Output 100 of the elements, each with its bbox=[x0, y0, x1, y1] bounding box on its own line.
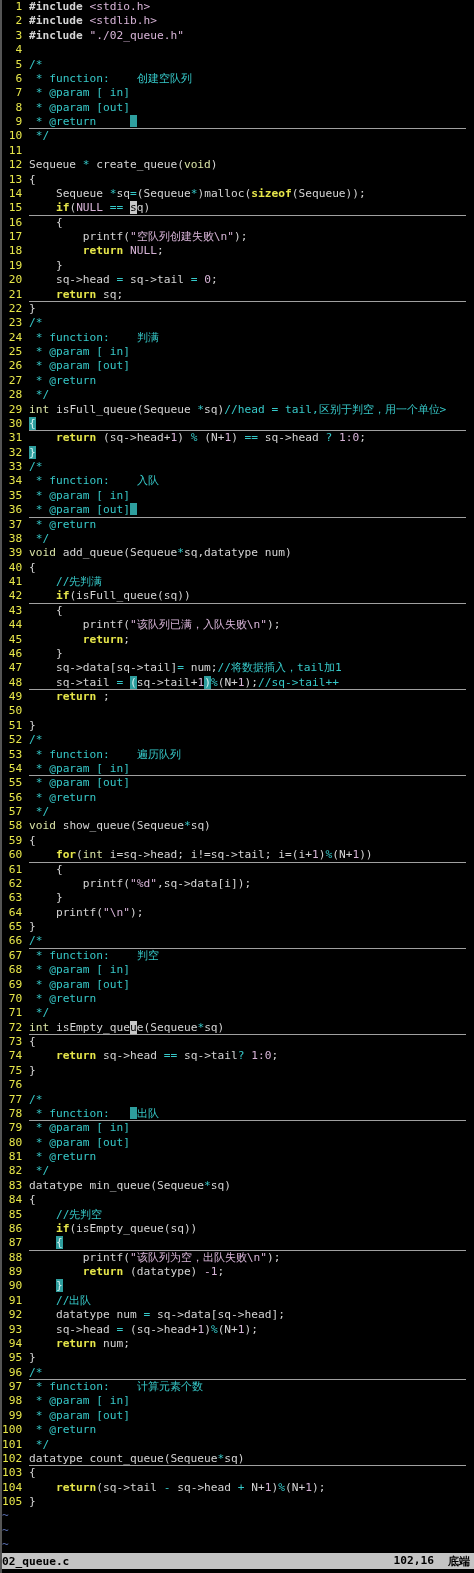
code-line: /* bbox=[28, 934, 466, 949]
line-number: 44 bbox=[7, 618, 23, 633]
code-line: Sequeue * create_queue(void) bbox=[28, 158, 219, 173]
code-line: /* bbox=[28, 1365, 466, 1380]
code-line: //先判空 bbox=[54, 1207, 104, 1222]
line-number: 55 bbox=[7, 776, 23, 791]
line-number: 90 bbox=[7, 1279, 23, 1294]
line-number: 16 bbox=[7, 215, 23, 230]
line-number: 23 bbox=[7, 316, 23, 331]
code-line: * function: 出队 bbox=[28, 1106, 466, 1122]
line-number: 9 bbox=[14, 115, 23, 130]
line-number: 45 bbox=[7, 632, 23, 647]
code-line: /* bbox=[28, 57, 44, 72]
code-line: { bbox=[28, 1466, 37, 1481]
code-line: */ bbox=[34, 531, 51, 547]
line-number: 100 bbox=[2, 1423, 23, 1438]
line-number: 63 bbox=[7, 891, 23, 906]
code-line: { bbox=[28, 1236, 466, 1251]
code-line: void show_queue(Sequeue*sq) bbox=[28, 819, 212, 834]
code-line: * @return bbox=[34, 991, 98, 1007]
line-number: 75 bbox=[7, 1063, 23, 1079]
code-line: * @param [ in] bbox=[34, 488, 131, 504]
code-line: * function: 判空 bbox=[34, 948, 160, 964]
line-number: 43 bbox=[7, 603, 23, 619]
scroll-position: 底端 bbox=[448, 1553, 470, 1569]
line-number: 64 bbox=[7, 905, 23, 920]
line-number: 102 bbox=[2, 1451, 23, 1467]
line-number: 51 bbox=[7, 718, 23, 734]
line-number: 72 bbox=[7, 1020, 23, 1035]
line-number: 35 bbox=[7, 488, 23, 504]
line-number: 38 bbox=[7, 531, 23, 547]
line-number: 4 bbox=[14, 43, 23, 58]
line-number: 46 bbox=[7, 646, 23, 662]
line-number: 39 bbox=[7, 546, 23, 561]
code-line: datatype num = sq->data[sq->head]; bbox=[54, 1308, 286, 1323]
code-line: void add_queue(Sequeue*sq,datatype num) bbox=[28, 546, 293, 561]
line-number: 81 bbox=[7, 1150, 23, 1165]
code-line: Sequeue *sq=(Sequeue*)malloc(sizeof(Sequeue)); bbox=[54, 186, 367, 202]
code-line: } bbox=[28, 1063, 37, 1079]
code-line: * @param [out] bbox=[34, 100, 131, 115]
line-number: 91 bbox=[7, 1293, 23, 1309]
line-number: 20 bbox=[7, 273, 23, 288]
line-number: 85 bbox=[7, 1207, 23, 1222]
line-number: 54 bbox=[7, 761, 23, 777]
line-number: 96 bbox=[7, 1365, 23, 1380]
code-line: * @param [ in] bbox=[34, 1121, 131, 1136]
line-number: 2 bbox=[14, 14, 23, 29]
line-number: 98 bbox=[7, 1394, 23, 1409]
code-line: //先判满 bbox=[54, 575, 104, 590]
code-line: /* bbox=[28, 316, 44, 331]
code-line: return (sq->head+1) % (N+1) == sq->head ? 1:0; bbox=[54, 431, 367, 446]
line-number: 61 bbox=[7, 862, 23, 877]
empty-line-marker: ~ bbox=[2, 1538, 9, 1553]
line-number: 30 bbox=[7, 416, 23, 432]
code-line: } bbox=[54, 891, 64, 906]
line-number: 26 bbox=[7, 359, 23, 374]
code-line: * @param [ in] bbox=[34, 86, 131, 101]
code-line: * @return bbox=[34, 517, 98, 532]
line-number: 83 bbox=[7, 1178, 23, 1194]
code-line: * @return bbox=[34, 373, 98, 389]
line-number: 41 bbox=[7, 575, 23, 590]
code-line: * @return bbox=[34, 1423, 98, 1438]
code-line: * function: 创建空队列 bbox=[34, 71, 193, 87]
code-line: printf("该队列已满，入队失败\n"); bbox=[81, 618, 282, 633]
line-number: 29 bbox=[7, 402, 23, 417]
code-line: */ bbox=[34, 388, 51, 403]
code-line: { bbox=[28, 1035, 37, 1050]
code-line: { bbox=[54, 862, 64, 877]
line-number: 84 bbox=[7, 1193, 23, 1208]
code-line: printf("该队列为空，出队失败\n"); bbox=[81, 1250, 282, 1265]
line-number: 76 bbox=[7, 1078, 23, 1093]
line-number: 78 bbox=[7, 1106, 23, 1122]
line-number: 73 bbox=[7, 1035, 23, 1050]
code-line: * function: 计算元素个数 bbox=[34, 1380, 204, 1395]
line-number: 101 bbox=[2, 1437, 23, 1452]
line-number: 32 bbox=[7, 445, 23, 460]
code-line: */ bbox=[34, 1437, 51, 1452]
line-number: 47 bbox=[7, 661, 23, 676]
line-number: 25 bbox=[7, 345, 23, 360]
line-number: 3 bbox=[14, 28, 23, 44]
line-number: 13 bbox=[7, 172, 23, 187]
line-number: 22 bbox=[7, 301, 23, 317]
line-number: 94 bbox=[7, 1336, 23, 1352]
code-line: * @param [ in] bbox=[34, 345, 131, 360]
line-number: 86 bbox=[7, 1221, 23, 1237]
code-line: /* bbox=[28, 733, 44, 748]
code-line: /* bbox=[28, 460, 44, 475]
line-number: 19 bbox=[7, 258, 23, 274]
code-line: * @param [out] bbox=[28, 503, 466, 518]
code-line: */ bbox=[34, 1006, 51, 1021]
line-number: 53 bbox=[7, 747, 23, 762]
code-line: #include <stdio.h> bbox=[28, 0, 152, 15]
code-line: { bbox=[28, 416, 466, 432]
line-number: 70 bbox=[7, 991, 23, 1007]
line-number: 7 bbox=[14, 86, 23, 101]
line-number: 79 bbox=[7, 1121, 23, 1136]
code-line: * function: 判满 bbox=[34, 330, 160, 345]
line-number: 37 bbox=[7, 517, 23, 532]
line-number: 69 bbox=[7, 977, 23, 992]
line-number: 27 bbox=[7, 373, 23, 389]
